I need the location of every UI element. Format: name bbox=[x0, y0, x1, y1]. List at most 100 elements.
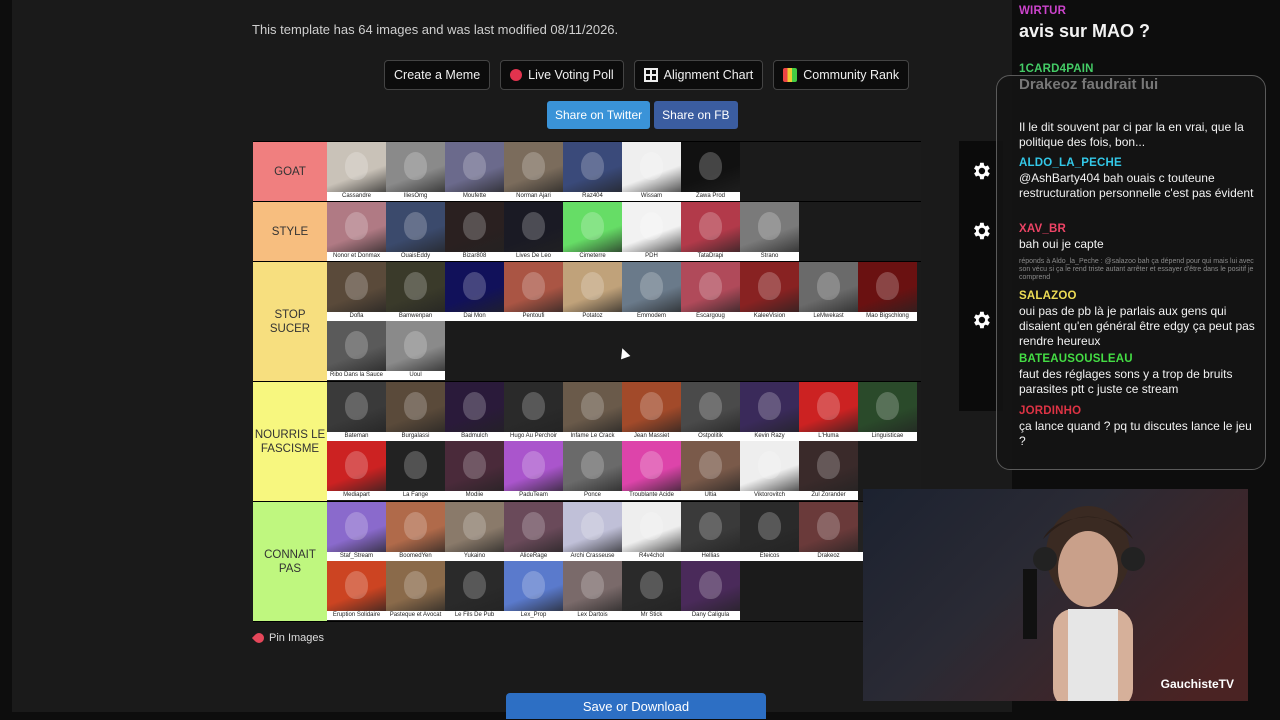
tier-item[interactable]: Drakeoz bbox=[799, 502, 858, 561]
tier-label[interactable]: CONNAIT PAS bbox=[253, 502, 327, 621]
tier-item[interactable]: Jean Massiet bbox=[622, 382, 681, 441]
chat-text: Drakeoz faudrait lui bbox=[1019, 76, 1159, 93]
tier-items: Bateman Burgalassi Badmulch Hugo Au Perchoi… bbox=[327, 382, 921, 501]
tier-item[interactable]: Cimeterre bbox=[563, 202, 622, 261]
tier-item[interactable]: Viktorovitch bbox=[740, 441, 799, 500]
tier-item[interactable]: Emmodem bbox=[622, 262, 681, 321]
tier-item[interactable]: Yukaino bbox=[445, 502, 504, 561]
tier-item[interactable]: Zawa Prod bbox=[681, 142, 740, 201]
tier-item[interactable]: Mao Bigschlong bbox=[858, 262, 917, 321]
tier-item[interactable]: Lex Dartois bbox=[563, 561, 622, 620]
chat-username[interactable]: 1CARD4PAIN bbox=[1019, 62, 1259, 77]
tier-item[interactable]: Bateman bbox=[327, 382, 386, 441]
tier-item[interactable]: OuaisEddy bbox=[386, 202, 445, 261]
tier-item[interactable]: Zul Zorander bbox=[799, 441, 858, 500]
tier-item[interactable]: Norman Ajari bbox=[504, 142, 563, 201]
tier-item[interactable]: Strano bbox=[740, 202, 799, 261]
tier-item[interactable]: Troublante Acide bbox=[622, 441, 681, 500]
tier-item[interactable]: Dai Mon bbox=[445, 262, 504, 321]
tier-item[interactable]: Dany Caligula bbox=[681, 561, 740, 620]
tier-item[interactable]: Lex_Prop bbox=[504, 561, 563, 620]
chat-username[interactable]: JORDINHO bbox=[1019, 404, 1259, 419]
tier-item-caption: Le Fils De Pub bbox=[445, 611, 504, 620]
tier-item-caption: Eruption Solidaire bbox=[327, 611, 386, 620]
tier-item[interactable]: Ultia bbox=[681, 441, 740, 500]
tier-item[interactable]: Ponce bbox=[563, 441, 622, 500]
tier-item[interactable]: Potatoz bbox=[563, 262, 622, 321]
tier-item[interactable]: IliesOmg bbox=[386, 142, 445, 201]
tier-item[interactable]: Hugo Au Perchoir bbox=[504, 382, 563, 441]
gear-icon[interactable] bbox=[965, 155, 997, 187]
tier-label[interactable]: GOAT bbox=[253, 142, 327, 201]
tier-item[interactable]: Lives De Leo bbox=[504, 202, 563, 261]
community-rank-button[interactable]: Community Rank bbox=[773, 60, 910, 90]
tier-item[interactable]: Dofla bbox=[327, 262, 386, 321]
tier-item-image bbox=[404, 331, 427, 359]
community-rank-label: Community Rank bbox=[803, 68, 900, 82]
tier-item[interactable]: BoomedYen bbox=[386, 502, 445, 561]
tier-item[interactable]: Bizar808 bbox=[445, 202, 504, 261]
tier-item[interactable]: Pasteque et Avocat bbox=[386, 561, 445, 620]
tier-item[interactable]: Staf_Stream bbox=[327, 502, 386, 561]
tier-item[interactable]: Linguisticae bbox=[858, 382, 917, 441]
tier-label[interactable]: NOURRIS LE FASCISME bbox=[253, 382, 327, 501]
save-download-button[interactable]: Save or Download bbox=[506, 693, 766, 719]
tier-item-image bbox=[463, 392, 486, 420]
tier-item[interactable]: Uoul bbox=[386, 321, 445, 380]
tier-item[interactable]: LeMwekast bbox=[799, 262, 858, 321]
tier-item[interactable]: Kevin Razy bbox=[740, 382, 799, 441]
tier-label[interactable]: STOP SUCER bbox=[253, 262, 327, 381]
tier-item[interactable]: Wissam bbox=[622, 142, 681, 201]
tier-item[interactable]: Escargoug bbox=[681, 262, 740, 321]
tier-item[interactable]: Ostpolitik bbox=[681, 382, 740, 441]
tier-item[interactable]: L'Huma bbox=[799, 382, 858, 441]
tier-item[interactable]: Eteicos bbox=[740, 502, 799, 561]
tier-item[interactable]: Hellias bbox=[681, 502, 740, 561]
chat-username[interactable]: SALAZOO bbox=[1019, 289, 1259, 304]
tier-item[interactable]: TataDrapi bbox=[681, 202, 740, 261]
tier-item[interactable]: Infame Le Crack bbox=[563, 382, 622, 441]
tier-item[interactable]: La Fange bbox=[386, 441, 445, 500]
tier-item[interactable]: Moufette bbox=[445, 142, 504, 201]
tier-item[interactable]: Nonor et Donmax bbox=[327, 202, 386, 261]
chat-username[interactable]: XAV_BR bbox=[1019, 222, 1259, 237]
tier-item[interactable]: Le Fils De Pub bbox=[445, 561, 504, 620]
tier-item[interactable]: Pentoufi bbox=[504, 262, 563, 321]
tier-item[interactable]: Bamwenpan bbox=[386, 262, 445, 321]
tier-item[interactable]: Burgalassi bbox=[386, 382, 445, 441]
tier-item[interactable]: PaduTeam bbox=[504, 441, 563, 500]
tier-item[interactable]: Cassandre bbox=[327, 142, 386, 201]
tier-item[interactable]: Badmulch bbox=[445, 382, 504, 441]
tier-item-image bbox=[699, 152, 722, 180]
tier-item[interactable]: KaleeVision bbox=[740, 262, 799, 321]
tier-item-image bbox=[640, 451, 663, 479]
share-fb-button[interactable]: Share on FB bbox=[654, 101, 738, 129]
tier-item[interactable]: Ribo Dans la Sauce bbox=[327, 321, 386, 380]
tier-item[interactable]: Eruption Solidaire bbox=[327, 561, 386, 620]
tier-item[interactable]: Mediapart bbox=[327, 441, 386, 500]
alignment-chart-button[interactable]: Alignment Chart bbox=[633, 60, 764, 90]
tier-item[interactable]: Raz404 bbox=[563, 142, 622, 201]
chat-username[interactable]: ALDO_LA_PECHE bbox=[1019, 156, 1259, 171]
create-meme-button[interactable]: Create a Meme bbox=[384, 60, 491, 90]
tier-item[interactable]: Mr Stick bbox=[622, 561, 681, 620]
tier-item-image bbox=[758, 392, 781, 420]
tier-item[interactable]: Archi Crasseuse bbox=[563, 502, 622, 561]
tier-item[interactable]: PDH bbox=[622, 202, 681, 261]
tier-item[interactable]: AliceRage bbox=[504, 502, 563, 561]
tier-item-caption: Lex Dartois bbox=[563, 611, 622, 620]
chat-username[interactable]: WIRTUR bbox=[1019, 4, 1259, 19]
tier-item-caption: Pasteque et Avocat bbox=[386, 611, 445, 620]
live-poll-button[interactable]: Live Voting Poll bbox=[500, 60, 624, 90]
share-twitter-button[interactable]: Share on Twitter bbox=[547, 101, 651, 129]
gear-icon[interactable] bbox=[965, 215, 997, 247]
pin-images-toggle[interactable]: Pin Images bbox=[251, 630, 324, 646]
tier-label[interactable]: STYLE bbox=[253, 202, 327, 261]
tier-item[interactable]: R4v4chol bbox=[622, 502, 681, 561]
share-buttons: Share on Twitter Share on FB bbox=[547, 101, 738, 129]
chat-username[interactable]: BATEAUSOUSLEAU bbox=[1019, 352, 1259, 367]
tier-item[interactable]: Modiie bbox=[445, 441, 504, 500]
gear-icon[interactable] bbox=[965, 304, 997, 336]
tier-item-caption: Infame Le Crack bbox=[563, 432, 622, 441]
tier-item-caption: Ponce bbox=[563, 491, 622, 500]
